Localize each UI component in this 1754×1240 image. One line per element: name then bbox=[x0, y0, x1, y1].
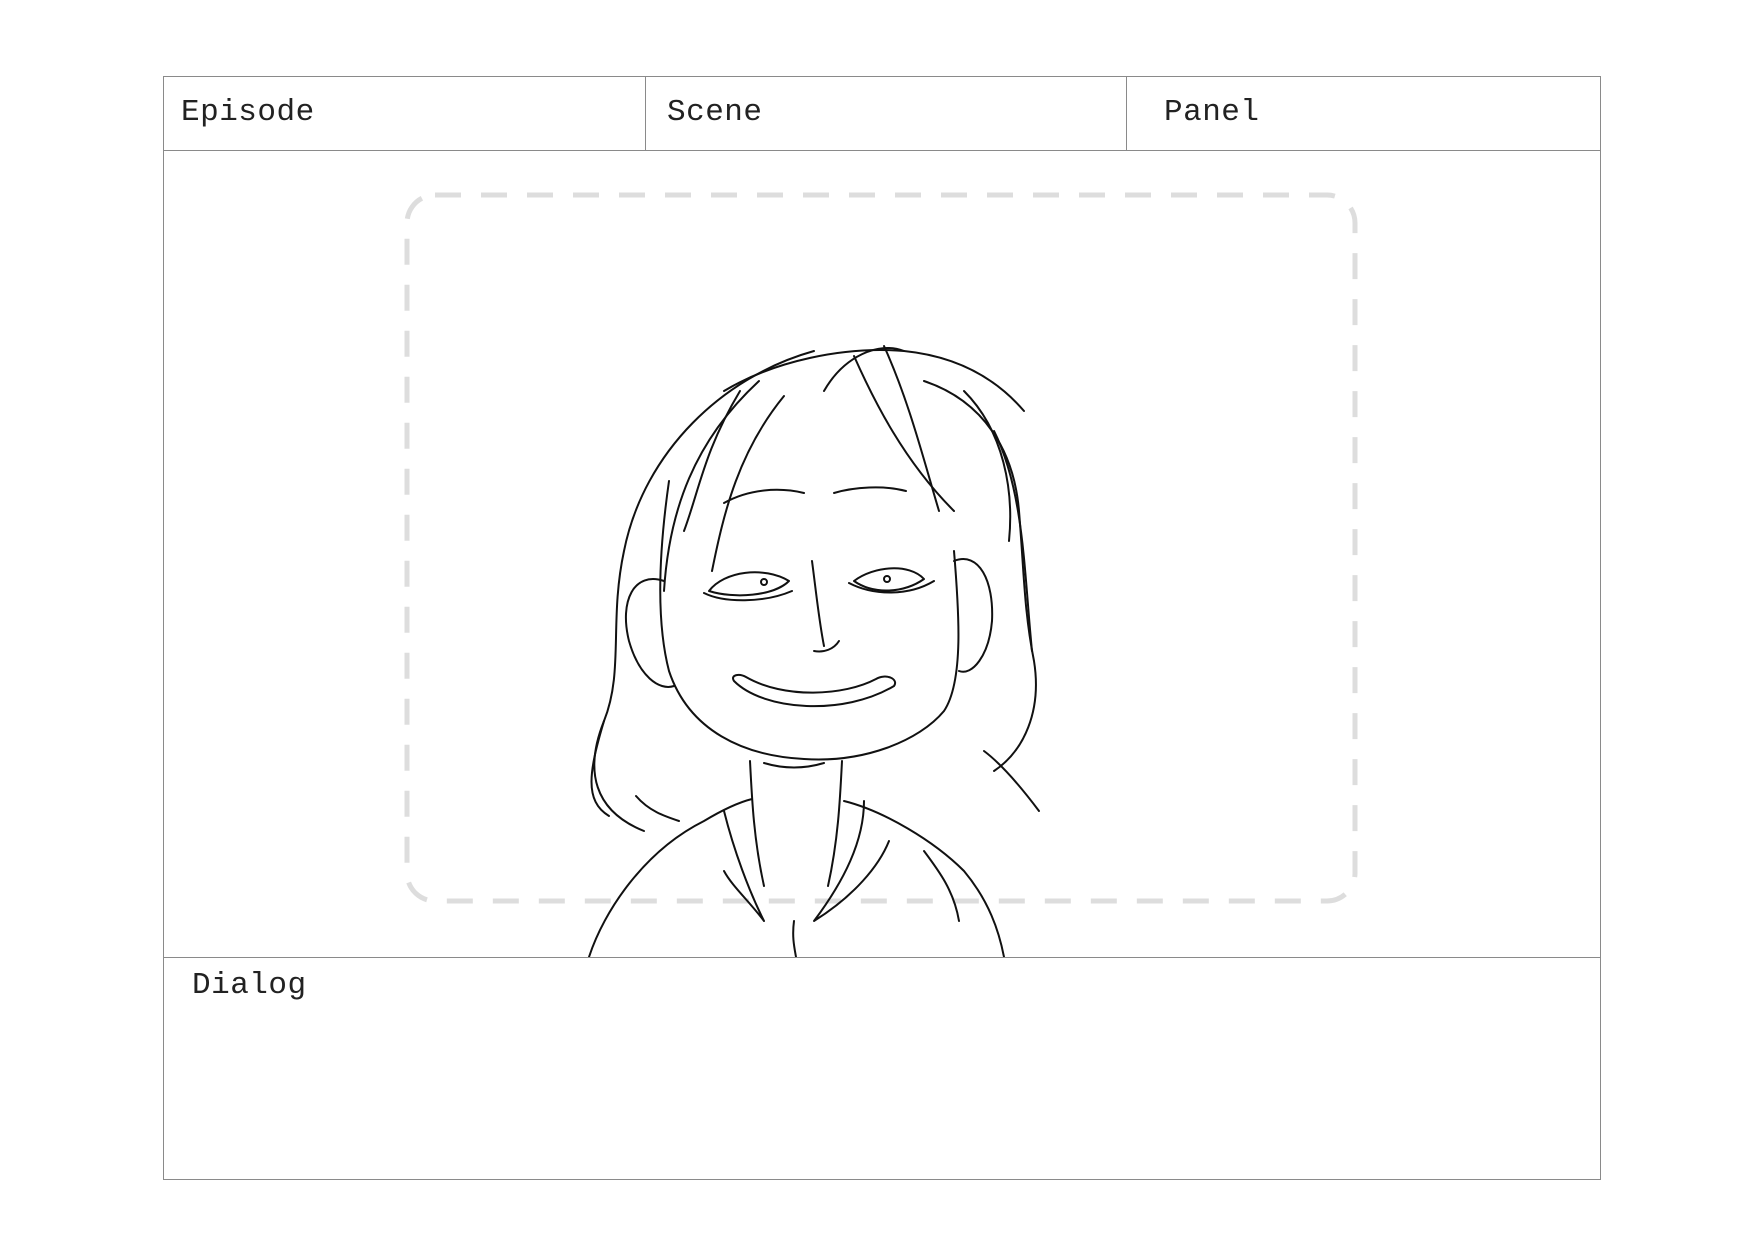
storyboard-page: Episode Scene Panel Dialog bbox=[0, 0, 1754, 1240]
panel-label: Panel bbox=[1164, 95, 1260, 130]
panel-drawing-area[interactable] bbox=[164, 151, 1600, 957]
shirt-placket bbox=[792, 920, 797, 957]
ear-left bbox=[624, 578, 675, 688]
neck-left bbox=[749, 760, 765, 887]
hair-top bbox=[723, 349, 1025, 412]
collar-left bbox=[723, 810, 765, 922]
nose-tip bbox=[813, 640, 840, 653]
scene-field[interactable]: Scene bbox=[646, 77, 1127, 150]
character-sketch bbox=[588, 345, 1040, 957]
shoulder-right bbox=[843, 800, 1005, 957]
pupil-left bbox=[760, 578, 768, 586]
hair-tip-left bbox=[635, 795, 680, 822]
ear-right bbox=[953, 558, 994, 673]
nose-line bbox=[811, 560, 825, 647]
hair-tip-right bbox=[983, 750, 1040, 812]
mouth-smile bbox=[732, 673, 897, 708]
storyboard-header: Episode Scene Panel bbox=[164, 77, 1600, 151]
hair-strand-left-3 bbox=[683, 390, 741, 532]
eyebrow-right bbox=[833, 486, 907, 494]
pupil-right bbox=[883, 575, 891, 583]
scene-label: Scene bbox=[667, 95, 763, 130]
hair-strand-right-1 bbox=[963, 390, 1012, 542]
hair-outline-left bbox=[593, 350, 815, 832]
hair-strand-right-2 bbox=[993, 430, 1033, 652]
hair-outline-right bbox=[923, 380, 1037, 772]
neck-right bbox=[827, 760, 843, 887]
dialog-field[interactable]: Dialog bbox=[164, 957, 1600, 1179]
panel-sketch-canvas bbox=[404, 192, 1358, 957]
eye-left bbox=[708, 571, 790, 597]
episode-label: Episode bbox=[181, 95, 315, 130]
hair-strand-left-1 bbox=[663, 380, 760, 592]
panel-field[interactable]: Panel bbox=[1127, 77, 1600, 150]
eyebrow-left bbox=[723, 488, 805, 504]
face-outline bbox=[659, 480, 960, 761]
face-chin-shadow bbox=[763, 762, 825, 769]
episode-field[interactable]: Episode bbox=[164, 77, 646, 150]
hair-crown bbox=[823, 346, 905, 392]
dialog-label: Dialog bbox=[192, 968, 307, 1003]
safe-area-guide bbox=[404, 192, 1358, 904]
storyboard-sheet: Episode Scene Panel Dialog bbox=[163, 76, 1601, 1180]
